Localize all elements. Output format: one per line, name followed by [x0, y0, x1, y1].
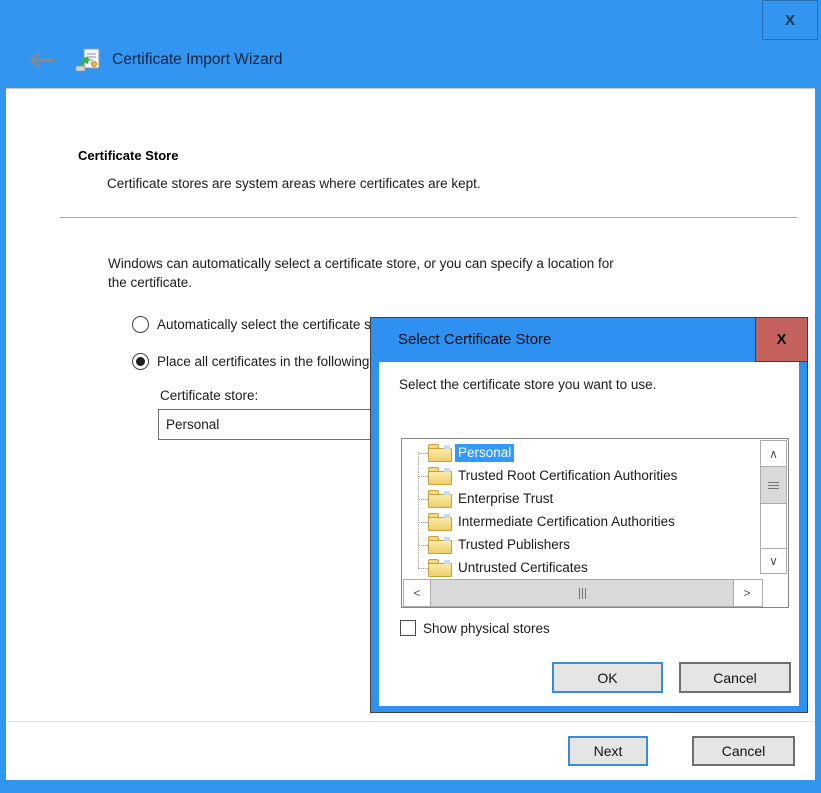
radio-button-icon-selected: [132, 353, 149, 370]
folder-icon: [428, 444, 452, 462]
intro-text: Windows can automatically select a certi…: [108, 254, 758, 292]
scroll-up-button[interactable]: ∧: [761, 441, 786, 466]
horizontal-scrollbar[interactable]: < >: [403, 579, 763, 607]
folder-icon: [428, 559, 452, 577]
radio-button-icon: [132, 316, 149, 333]
dialog-title: Select Certificate Store: [398, 331, 551, 348]
dialog-close-button[interactable]: X: [755, 318, 807, 362]
certificate-wizard-icon: [74, 45, 102, 73]
step-heading: Certificate Store: [78, 148, 178, 163]
wizard-cancel-button[interactable]: Cancel: [692, 736, 795, 766]
dialog-prompt: Select the certificate store you want to…: [399, 377, 656, 392]
tree-item-label: Trusted Root Certification Authorities: [455, 467, 680, 485]
folder-icon: [428, 467, 452, 485]
tree-branch-line: [419, 522, 428, 523]
checkbox-icon: [400, 620, 416, 636]
scroll-left-button[interactable]: <: [404, 580, 430, 606]
chevron-up-icon: ∧: [769, 447, 778, 461]
tree-branch-line: [419, 545, 428, 546]
show-physical-stores-label: Show physical stores: [423, 621, 550, 636]
tree-item-label: Trusted Publishers: [455, 536, 573, 554]
close-icon: X: [785, 12, 795, 29]
certificate-import-wizard-window: X Certificate Import Wizard Certificate …: [0, 0, 821, 793]
header-divider: [60, 217, 797, 218]
step-description: Certificate stores are system areas wher…: [107, 176, 481, 191]
vertical-scrollbar-thumb[interactable]: [761, 466, 786, 504]
chevron-left-icon: <: [413, 586, 420, 600]
tree-item-trusted-publishers[interactable]: Trusted Publishers: [403, 534, 758, 557]
radio-place-in-store[interactable]: Place all certificates in the following …: [132, 351, 403, 371]
radio-place-label: Place all certificates in the following …: [157, 354, 403, 369]
tree-item-label: Personal: [455, 444, 514, 462]
tree-item-label: Intermediate Certification Authorities: [455, 513, 678, 531]
ok-button[interactable]: OK: [552, 662, 663, 693]
certificate-store-tree[interactable]: Personal Trusted Root Certification Autho…: [401, 438, 789, 608]
horizontal-scrollbar-thumb[interactable]: [430, 580, 734, 606]
chevron-down-icon: ∨: [769, 554, 778, 568]
tree-branch-line: [419, 499, 428, 500]
vertical-scrollbar[interactable]: ∧ ∨: [760, 440, 787, 574]
tree-item-trusted-root-certification-authorities[interactable]: Trusted Root Certification Authorities: [403, 465, 758, 488]
chevron-right-icon: >: [743, 586, 750, 600]
window-title: Certificate Import Wizard: [112, 51, 283, 69]
scroll-down-button[interactable]: ∨: [761, 548, 786, 573]
dialog-title-bar[interactable]: Select Certificate Store: [371, 318, 807, 362]
tree-item-intermediate-certification-authorities[interactable]: Intermediate Certification Authorities: [403, 511, 758, 534]
back-button[interactable]: [26, 48, 60, 72]
tree-branch-line: [419, 453, 428, 454]
select-certificate-store-dialog: Select Certificate Store X Select the ce…: [370, 317, 808, 713]
dialog-cancel-button[interactable]: Cancel: [679, 662, 791, 693]
tree-item-personal[interactable]: Personal: [403, 442, 758, 465]
close-icon: X: [776, 331, 786, 348]
certificate-store-field-label: Certificate store:: [160, 388, 258, 403]
button-row-separator: [7, 721, 814, 722]
folder-icon: [428, 490, 452, 508]
thumb-grip-icon: [768, 482, 779, 489]
folder-icon: [428, 536, 452, 554]
folder-icon: [428, 513, 452, 531]
tree-item-untrusted-certificates[interactable]: Untrusted Certificates: [403, 557, 758, 580]
vertical-scrollbar-track[interactable]: [761, 504, 786, 548]
thumb-grip-icon: [579, 588, 586, 599]
back-arrow-icon: [28, 50, 58, 70]
scroll-right-button[interactable]: >: [734, 580, 760, 606]
tree-item-label: Enterprise Trust: [455, 490, 556, 508]
window-close-button[interactable]: X: [762, 0, 818, 40]
next-button[interactable]: Next: [568, 736, 648, 766]
show-physical-stores-option[interactable]: Show physical stores: [400, 620, 550, 636]
tree-branch-line: [419, 476, 428, 477]
dialog-body: Select the certificate store you want to…: [379, 362, 799, 706]
tree-item-label: Untrusted Certificates: [455, 559, 591, 577]
tree-item-enterprise-trust[interactable]: Enterprise Trust: [403, 488, 758, 511]
tree-branch-line: [419, 568, 428, 569]
